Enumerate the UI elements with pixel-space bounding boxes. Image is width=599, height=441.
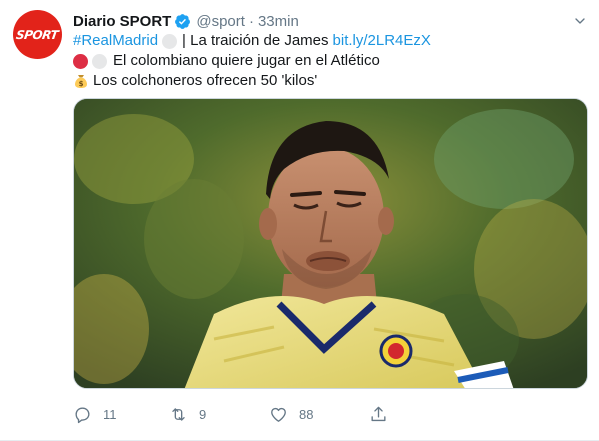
tweet-line-2: El colombiano quiere jugar en el Atlétic… [73, 51, 588, 71]
avatar-logo-text: SPORT [15, 27, 60, 42]
tweet-text: #RealMadrid | La traición de James bit.l… [73, 31, 588, 91]
tweet-actions: 11 9 88 [73, 402, 588, 426]
tweet-media-photo[interactable] [73, 98, 588, 389]
like-count: 88 [299, 406, 314, 422]
svg-text:$: $ [79, 80, 84, 88]
like-button[interactable]: 88 [269, 402, 313, 426]
share-icon [371, 406, 386, 421]
tweet-line-3: $ Los colchoneros ofrecen 50 'kilos' [73, 71, 588, 91]
tweet-line-1: #RealMadrid | La traición de James bit.l… [73, 31, 588, 51]
display-name[interactable]: Diario SPORT [73, 13, 171, 30]
reply-icon [75, 406, 90, 423]
share-button[interactable] [369, 402, 399, 426]
author-handle[interactable]: @sport [196, 13, 245, 30]
white-circle-emoji-icon [162, 33, 178, 49]
tweet-line-1-text: | La traición de James [182, 32, 329, 49]
tweet-card[interactable]: SPORT Diario SPORT @sport · 33min #RealM… [0, 0, 599, 441]
avatar[interactable]: SPORT [13, 10, 62, 59]
red-circle-emoji-icon [73, 53, 88, 69]
like-icon [271, 407, 286, 422]
tweet-line-3-text: Los colchoneros ofrecen 50 'kilos' [93, 72, 318, 89]
reply-count: 11 [103, 406, 117, 422]
tweet-line-2-text: El colombiano quiere jugar en el Atlétic… [113, 52, 380, 69]
retweet-count: 9 [199, 406, 207, 422]
header-separator: · [248, 12, 254, 30]
short-url-link[interactable]: bit.ly/2LR4EzX [333, 31, 431, 51]
player-photo-image [74, 99, 587, 388]
reply-button[interactable]: 11 [73, 402, 117, 426]
retweet-icon [172, 407, 185, 421]
money-bag-icon: $ [75, 75, 87, 88]
white-circle-emoji-icon [92, 53, 107, 69]
tweet-header: Diario SPORT @sport · 33min [73, 11, 299, 31]
tweet-timestamp[interactable]: 33min [258, 13, 299, 30]
retweet-button[interactable]: 9 [169, 402, 206, 426]
hashtag-link[interactable]: #RealMadrid [73, 31, 158, 51]
caret-down-icon[interactable] [572, 13, 588, 29]
verified-badge-icon [175, 13, 191, 29]
